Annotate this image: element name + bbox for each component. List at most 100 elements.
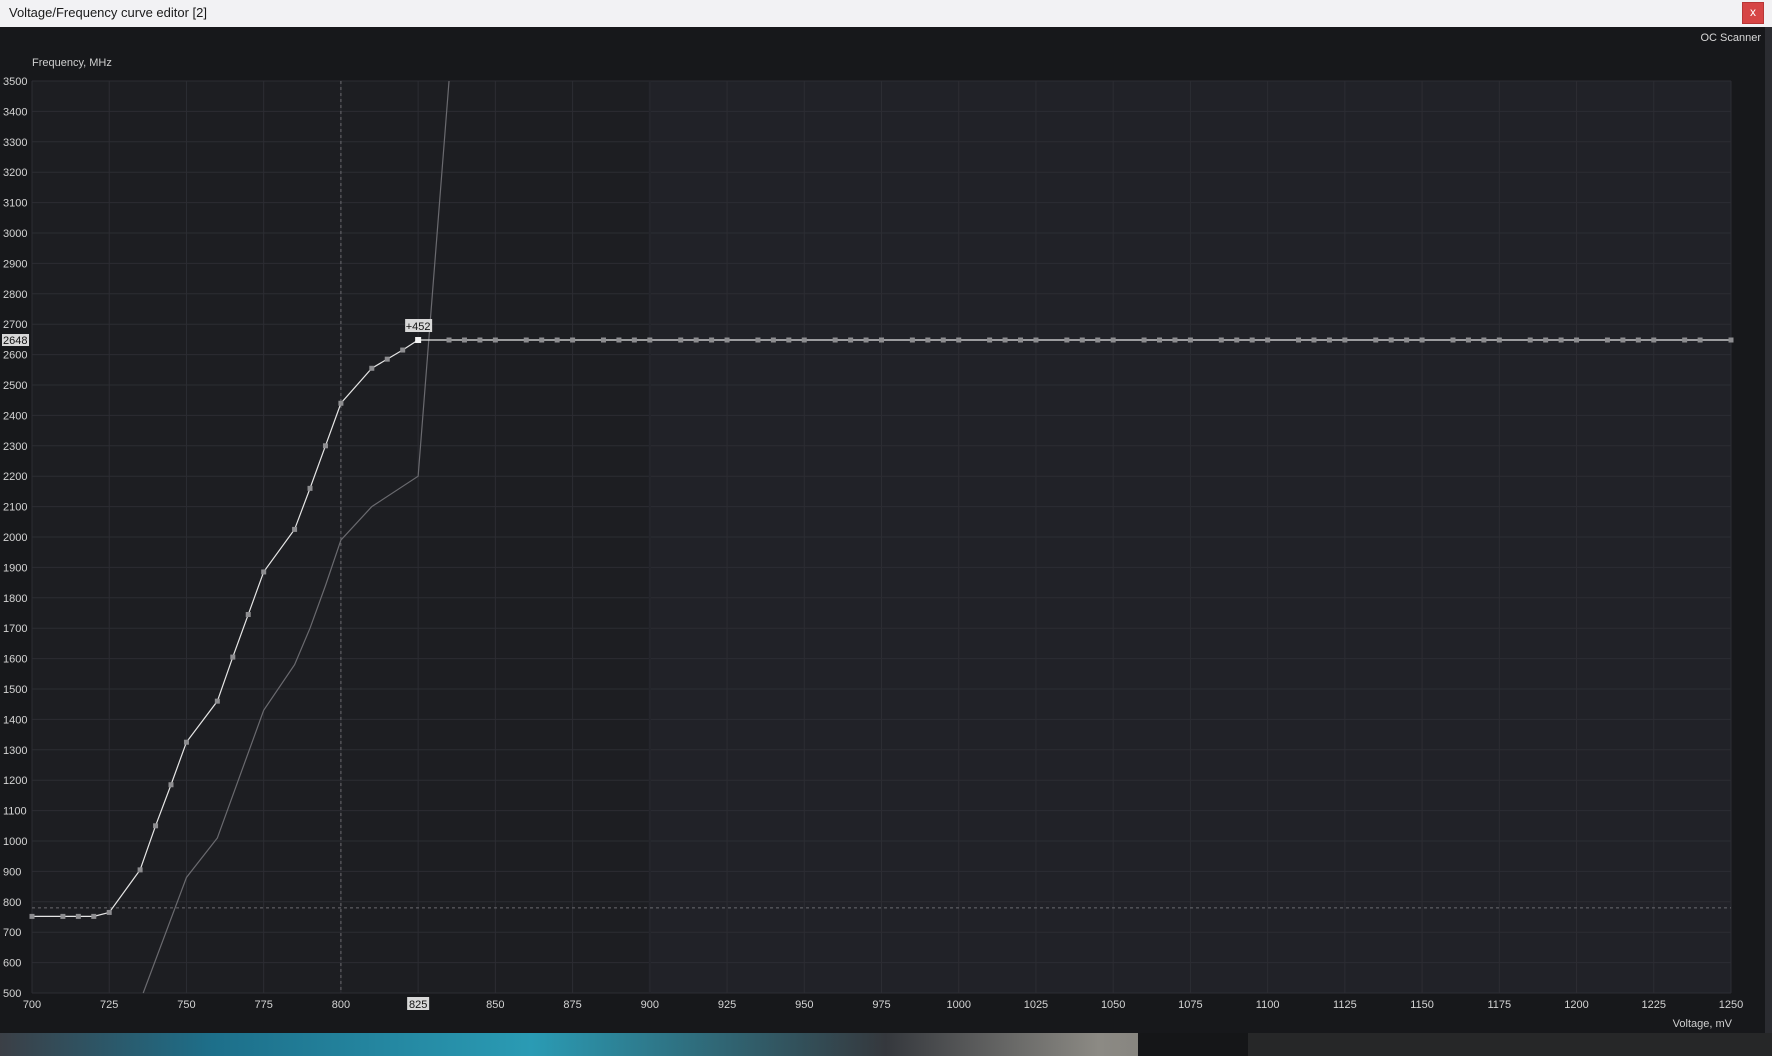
curve-point [1187, 337, 1193, 343]
curve-point [1651, 337, 1657, 343]
x-tick-label: 1175 [1487, 999, 1511, 1011]
y-tick-label: 1400 [3, 714, 27, 726]
y-tick-label: 700 [3, 927, 21, 939]
y-tick-label: 1500 [3, 684, 27, 696]
x-tick-label: 1025 [1024, 999, 1048, 1011]
curve-point [245, 612, 251, 618]
curve-point [1018, 337, 1024, 343]
curve-point [1496, 337, 1502, 343]
curve-point [292, 526, 298, 532]
y-tick-label: 2400 [3, 410, 27, 422]
y-tick-label: 500 [3, 988, 21, 1000]
curve-point [400, 347, 406, 353]
curve-point [75, 913, 81, 919]
curve-point [693, 337, 699, 343]
y-tick-label: 800 [3, 897, 21, 909]
curve-point [678, 337, 684, 343]
curve-point [1388, 337, 1394, 343]
curve-point [709, 337, 715, 343]
x-tick-label: 1100 [1256, 999, 1280, 1011]
x-tick-label: 850 [486, 999, 504, 1011]
curve-point [1079, 337, 1085, 343]
y-tick-label: 2300 [3, 441, 27, 453]
x-tick-label: 1200 [1564, 999, 1588, 1011]
vf-curve-chart[interactable]: 500 600 700 800 900 1000 1100 1200 1300 1400 1500 1… [0, 0, 1772, 1033]
curve-point [106, 909, 112, 915]
curve-point [369, 365, 375, 371]
curve-point [1481, 337, 1487, 343]
x-tick-label: 1050 [1101, 999, 1125, 1011]
curve-point [956, 337, 962, 343]
y-tick-label: 2900 [3, 258, 27, 270]
curve-point [1697, 337, 1703, 343]
curve-point [1296, 337, 1302, 343]
curve-point [1141, 337, 1147, 343]
y-tick-label: 1800 [3, 593, 27, 605]
y-axis-ticks: 500 600 700 800 900 1000 1100 1200 1300 1400 1500 1… [3, 76, 27, 1000]
x-tick-label: 1125 [1333, 999, 1357, 1011]
y-tick-label: 600 [3, 958, 21, 970]
x-tick-label: 775 [255, 999, 273, 1011]
curve-point [60, 913, 66, 919]
y-tick-label: 1100 [3, 806, 27, 818]
curve-point [214, 698, 220, 704]
y-tick-label: 2600 [3, 350, 27, 362]
curve-point [1157, 337, 1163, 343]
curve-point [1543, 337, 1549, 343]
curve-point [801, 337, 807, 343]
curve-point [631, 337, 637, 343]
y-tick-label: 2700 [3, 319, 27, 331]
x-tick-label: 900 [641, 999, 659, 1011]
curve-point [1033, 337, 1039, 343]
curve-point [1002, 337, 1008, 343]
curve-point [1110, 337, 1116, 343]
x-axis-title: Voltage, mV [1673, 1018, 1733, 1030]
selected-frequency-label: 2648 [2, 334, 29, 347]
y-tick-label: 3500 [3, 76, 27, 88]
curve-point [1326, 337, 1332, 343]
desktop-background-strip [0, 1033, 1772, 1056]
y-tick-label: 1200 [3, 775, 27, 787]
curve-point [446, 337, 452, 343]
x-tick-label: 950 [795, 999, 813, 1011]
offset-value: +452 [406, 321, 431, 333]
x-axis-ticks: 700 725 750 775 800 825 850 875 900 925 950 975 1000… [23, 999, 1743, 1011]
curve-point [477, 337, 483, 343]
curve-point [863, 337, 869, 343]
curve-point [1373, 337, 1379, 343]
curve-point [616, 337, 622, 343]
x-tick-label: 800 [332, 999, 350, 1011]
x-tick-label: 925 [718, 999, 736, 1011]
curve-point [1311, 337, 1317, 343]
curve-point [523, 337, 529, 343]
y-tick-label: 2800 [3, 289, 27, 301]
curve-point [925, 337, 931, 343]
x-tick-label: 750 [177, 999, 195, 1011]
x-tick-label: 1075 [1178, 999, 1202, 1011]
y-tick-label: 1700 [3, 623, 27, 635]
curve-point [1218, 337, 1224, 343]
x-tick-label: 1250 [1719, 999, 1743, 1011]
y-tick-label: 1900 [3, 562, 27, 574]
curve-point [600, 337, 606, 343]
y-tick-label: 2500 [3, 380, 27, 392]
curve-point [492, 337, 498, 343]
x-tick-label: 1225 [1642, 999, 1666, 1011]
curve-point [832, 337, 838, 343]
selected-voltage-label: 825 [407, 997, 430, 1011]
curve-point [1728, 337, 1734, 343]
y-tick-label: 3200 [3, 167, 27, 179]
x-tick-label: 725 [100, 999, 118, 1011]
curve-point [1465, 337, 1471, 343]
curve-point [1604, 337, 1610, 343]
y-tick-label: 3300 [3, 137, 27, 149]
curve-point [183, 739, 189, 745]
y-tick-label: 3100 [3, 198, 27, 210]
curve-point [987, 337, 993, 343]
curve-point [909, 337, 915, 343]
curve-point [1450, 337, 1456, 343]
curve-point [1095, 337, 1101, 343]
y-tick-label: 3000 [3, 228, 27, 240]
curve-point [1234, 337, 1240, 343]
y-tick-label: 900 [3, 866, 21, 878]
